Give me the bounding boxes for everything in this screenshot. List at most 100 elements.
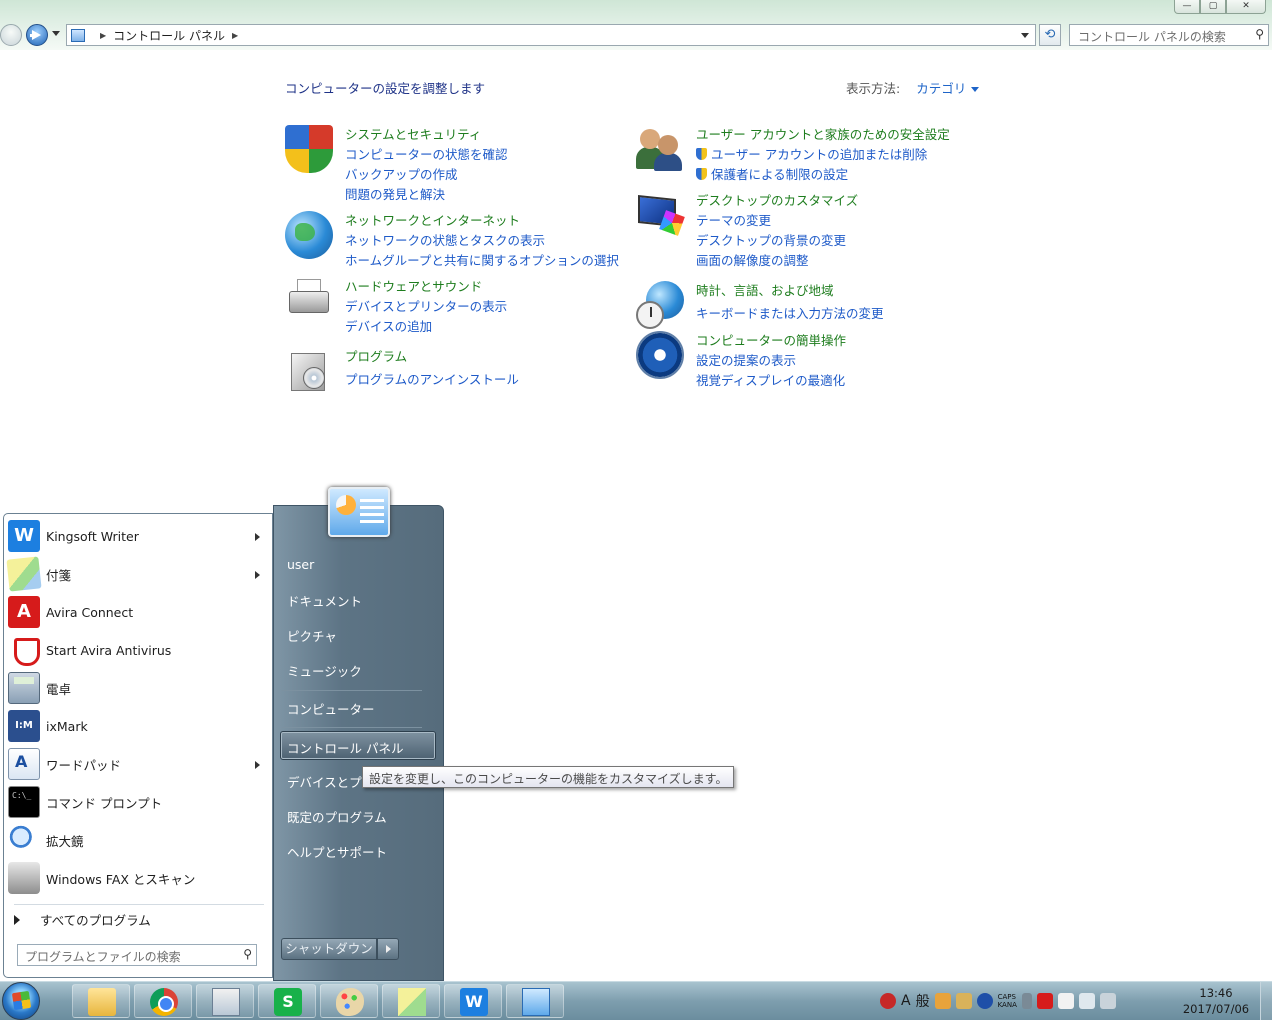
program-item[interactable]: コマンド プロンプト [8, 784, 270, 820]
start-item-help[interactable]: ヘルプとサポート [287, 842, 387, 861]
start-item-pictures[interactable]: ピクチャ [287, 626, 337, 645]
submenu-arrow-icon[interactable] [255, 761, 260, 769]
ime-tool-icon[interactable] [934, 993, 951, 1009]
network-icon[interactable] [1078, 993, 1095, 1009]
category-link[interactable]: 保護者による制限の設定 [696, 165, 950, 185]
programs-box-icon[interactable] [285, 347, 333, 395]
desktop-monitor-icon[interactable] [636, 191, 685, 239]
category-title[interactable]: システムとセキュリティ [345, 125, 508, 145]
taskbar-spreadsheets[interactable] [258, 984, 316, 1018]
users-icon[interactable] [636, 125, 684, 173]
taskbar-paint[interactable] [320, 984, 378, 1018]
close-button[interactable]: ✕ [1226, 0, 1266, 14]
start-item-control-panel[interactable]: コントロール パネル [287, 738, 403, 757]
all-programs-button[interactable]: すべてのプログラム [14, 910, 151, 929]
breadcrumb-arrow-icon[interactable]: ▶ [100, 31, 106, 40]
taskbar-sticky-notes[interactable] [382, 984, 440, 1018]
avira-tray-icon[interactable] [1036, 993, 1053, 1009]
program-label: Start Avira Antivirus [46, 642, 172, 658]
category-link[interactable]: プログラムのアンインストール [345, 370, 519, 390]
category-link[interactable]: テーマの変更 [696, 211, 858, 231]
category-link[interactable]: 問題の発見と解決 [345, 185, 508, 205]
category-link[interactable]: バックアップの作成 [345, 165, 508, 185]
program-item[interactable]: Start Avira Antivirus [8, 632, 270, 668]
show-desktop-button[interactable] [1260, 982, 1272, 1020]
taskbar-explorer[interactable] [72, 984, 130, 1018]
ease-of-access-icon[interactable] [636, 331, 684, 379]
category-link[interactable]: 画面の解像度の調整 [696, 251, 858, 271]
category-link[interactable]: デバイスの追加 [345, 317, 507, 337]
program-item[interactable]: Kingsoft Writer [8, 518, 270, 554]
taskbar-chrome[interactable] [134, 984, 192, 1018]
submenu-arrow-icon[interactable] [255, 533, 260, 541]
search-icon[interactable]: ⚲ [243, 947, 252, 961]
ime-dictionary-icon[interactable] [955, 993, 972, 1009]
taskbar-clock[interactable]: 13:46 2017/07/06 [1176, 985, 1256, 1017]
help-icon[interactable] [976, 993, 993, 1009]
shutdown-options-button[interactable] [377, 938, 399, 960]
category-link[interactable]: 設定の提案の表示 [696, 351, 846, 371]
category-title[interactable]: ユーザー アカウントと家族のための安全設定 [696, 125, 950, 145]
search-icon[interactable]: ⚲ [1255, 27, 1264, 41]
recent-pages-dropdown[interactable] [52, 31, 60, 36]
submenu-arrow-icon[interactable] [255, 571, 260, 579]
category-title[interactable]: ハードウェアとサウンド [345, 277, 507, 297]
program-item[interactable]: ワードパッド [8, 746, 270, 782]
address-dropdown-icon[interactable] [1021, 33, 1029, 38]
breadcrumb-arrow-icon[interactable]: ▶ [232, 31, 238, 40]
category-title[interactable]: デスクトップのカスタマイズ [696, 191, 858, 211]
security-shield-icon[interactable] [285, 125, 333, 173]
start-button[interactable] [2, 982, 40, 1020]
maximize-button[interactable]: ▢ [1200, 0, 1226, 14]
volume-muted-icon[interactable] [1099, 993, 1116, 1009]
refresh-button[interactable]: ⟲ [1039, 24, 1061, 46]
start-item-devices[interactable]: デバイスとプ [287, 772, 362, 791]
network-globe-icon[interactable] [285, 211, 333, 259]
minimize-button[interactable]: — [1174, 0, 1200, 14]
printer-icon[interactable] [285, 277, 333, 325]
category-link[interactable]: 視覚ディスプレイの最適化 [696, 371, 846, 391]
action-center-flag-icon[interactable] [1057, 993, 1074, 1009]
category-link[interactable]: ホームグループと共有に関するオプションの選択 [345, 251, 619, 271]
program-item[interactable]: 拡大鏡 [8, 822, 270, 858]
category-title[interactable]: コンピューターの簡単操作 [696, 331, 846, 351]
start-item-computer[interactable]: コンピューター [287, 699, 375, 718]
user-picture[interactable] [328, 487, 390, 537]
shutdown-button[interactable]: シャットダウン [281, 938, 377, 960]
forward-button[interactable] [26, 24, 48, 46]
ime-kanji[interactable]: 般 [916, 991, 930, 1011]
start-item-default-programs[interactable]: 既定のプログラム [287, 807, 387, 826]
address-bar[interactable]: ▶ コントロール パネル ▶ [66, 24, 1036, 46]
category-title[interactable]: ネットワークとインターネット [345, 211, 619, 231]
start-search-input[interactable]: プログラムとファイルの検索 ⚲ [17, 944, 257, 966]
category-link[interactable]: デバイスとプリンターの表示 [345, 297, 507, 317]
search-input[interactable]: コントロール パネルの検索 ⚲ [1069, 24, 1269, 46]
category-link[interactable]: キーボードまたは入力方法の変更 [696, 304, 884, 324]
start-item-user[interactable]: user [287, 557, 314, 572]
tray-options-icon[interactable] [1021, 993, 1032, 1009]
program-item[interactable]: Avira Connect [8, 594, 270, 630]
taskbar-messenger[interactable] [196, 984, 254, 1018]
taskbar-kingsoft-writer[interactable] [444, 984, 502, 1018]
explorer-folder-icon [88, 988, 116, 1016]
program-item[interactable]: ixMark [8, 708, 270, 744]
category-title[interactable]: 時計、言語、および地域 [696, 281, 884, 301]
category-link[interactable]: ユーザー アカウントの追加または削除 [696, 145, 950, 165]
program-item[interactable]: 電卓 [8, 670, 270, 706]
category-title[interactable]: プログラム [345, 347, 519, 367]
breadcrumb-control-panel[interactable]: コントロール パネル [113, 27, 225, 44]
view-by-dropdown[interactable]: カテゴリ [916, 81, 979, 96]
ime-mode[interactable]: A [901, 993, 911, 1009]
start-item-documents[interactable]: ドキュメント [287, 591, 362, 610]
start-item-music[interactable]: ミュージック [287, 661, 362, 680]
category-link[interactable]: ネットワークの状態とタスクの表示 [345, 231, 619, 251]
category-link[interactable]: デスクトップの背景の変更 [696, 231, 858, 251]
ime-pad-icon[interactable] [880, 993, 896, 1009]
taskbar-control-panel[interactable] [506, 984, 564, 1018]
program-item[interactable]: 付箋 [6, 556, 270, 592]
clock-globe-icon[interactable] [636, 281, 684, 329]
program-item[interactable]: Windows FAX とスキャン [8, 860, 270, 896]
category-link[interactable]: コンピューターの状態を確認 [345, 145, 508, 165]
program-label: Avira Connect [46, 604, 134, 620]
back-button[interactable] [0, 24, 22, 46]
